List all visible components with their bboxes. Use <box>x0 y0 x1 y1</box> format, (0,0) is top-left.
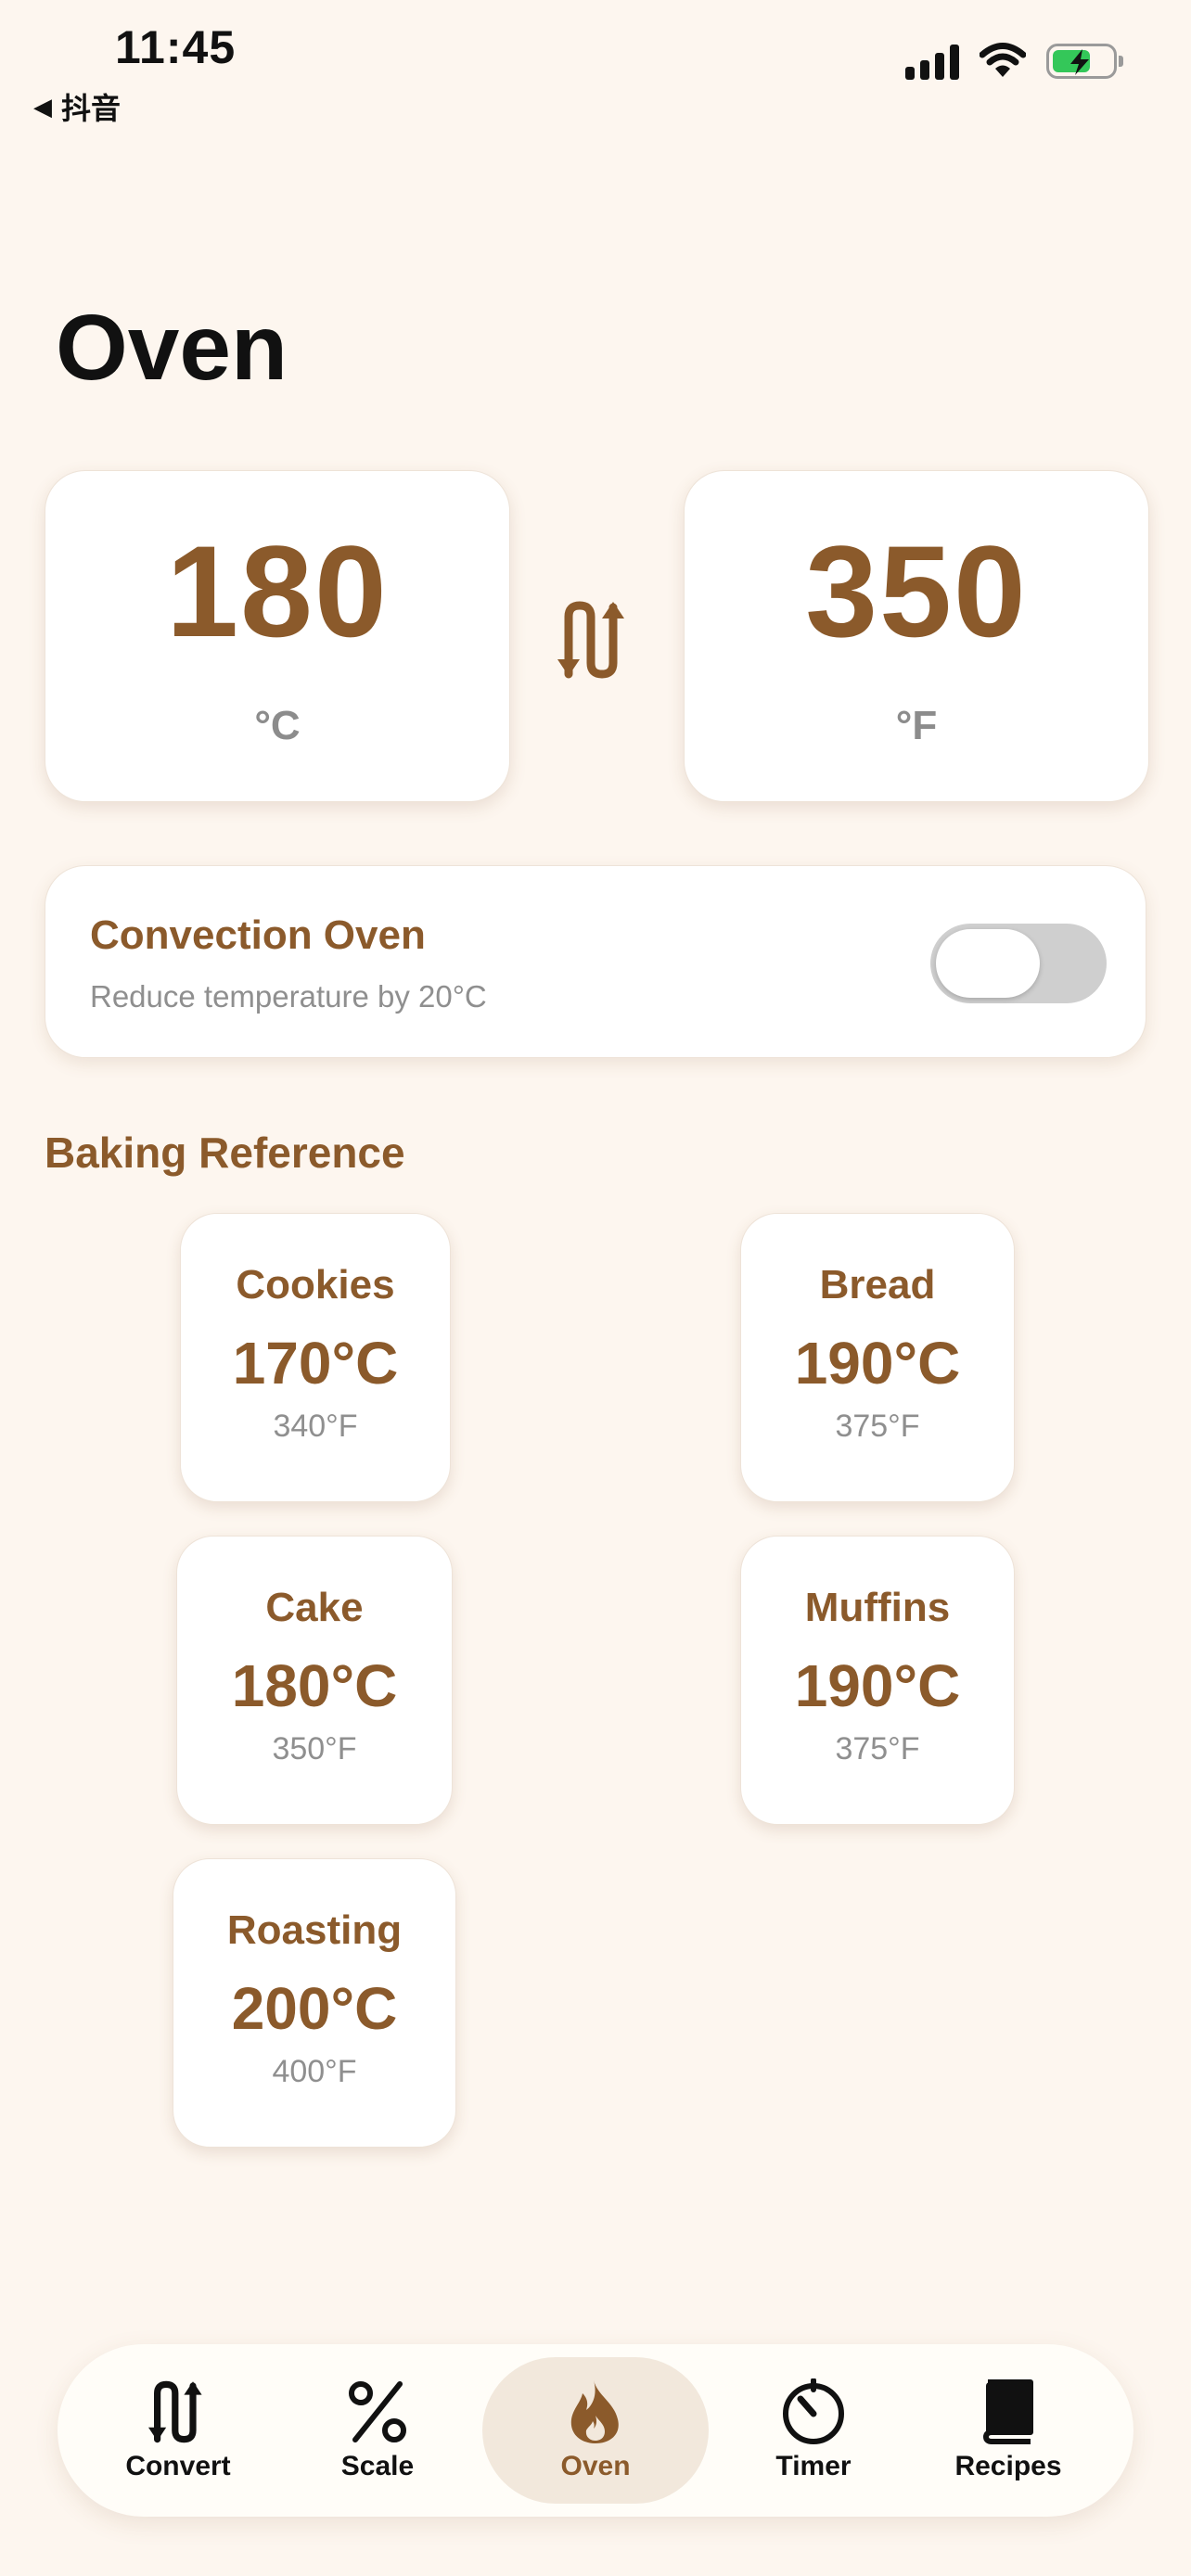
celsius-unit: °C <box>254 703 301 748</box>
reference-card-roasting[interactable]: Roasting 200°C 400°F <box>173 1858 456 2148</box>
back-triangle-icon: ◀ <box>33 92 52 121</box>
baking-reference-title: Baking Reference <box>45 1129 405 1177</box>
reference-name: Muffins <box>804 1585 951 1630</box>
back-app-label: 抖音 <box>61 92 122 125</box>
fahrenheit-value[interactable]: 350 <box>805 527 1028 657</box>
reference-name: Cookies <box>236 1262 395 1307</box>
tab-label: Oven <box>560 2451 631 2481</box>
tab-recipes[interactable]: Recipes <box>929 2344 1087 2517</box>
tab-label: Scale <box>340 2451 415 2481</box>
reference-celsius: 180°C <box>231 1652 398 1719</box>
convection-toggle[interactable] <box>930 924 1107 1003</box>
tab-convert[interactable]: Convert <box>95 2344 262 2517</box>
convert-arrows-icon <box>148 2380 202 2443</box>
tab-scale[interactable]: Scale <box>308 2344 447 2517</box>
reference-card-cake[interactable]: Cake 180°C 350°F <box>176 1536 453 1825</box>
fahrenheit-card[interactable]: 350 °F <box>684 470 1149 802</box>
reference-name: Cake <box>265 1585 364 1630</box>
convection-subtitle: Reduce temperature by 20°C <box>90 979 487 1014</box>
wifi-icon <box>980 43 1026 77</box>
status-time: 11:45 <box>115 21 237 73</box>
reference-fahrenheit: 375°F <box>835 1731 920 1766</box>
cellular-signal-icon <box>905 43 959 80</box>
reference-name: Roasting <box>226 1907 403 1953</box>
reference-celsius: 190°C <box>794 1330 961 1396</box>
tab-label: Convert <box>125 2451 231 2481</box>
tab-label: Recipes <box>954 2451 1062 2481</box>
reference-fahrenheit: 340°F <box>273 1409 358 1444</box>
tab-bar: Convert Scale Oven Timer Recipes <box>58 2344 1133 2517</box>
reference-celsius: 170°C <box>232 1330 399 1396</box>
reference-card-muffins[interactable]: Muffins 190°C 375°F <box>740 1536 1015 1825</box>
reference-celsius: 200°C <box>231 1975 398 2042</box>
reference-fahrenheit: 350°F <box>272 1731 357 1766</box>
percent-icon <box>349 2381 406 2442</box>
fahrenheit-unit: °F <box>895 703 938 748</box>
flame-icon <box>570 2380 619 2443</box>
battery-icon <box>1046 44 1123 79</box>
page-title: Oven <box>56 296 288 400</box>
tab-oven[interactable]: Oven <box>482 2357 709 2504</box>
celsius-value[interactable]: 180 <box>166 527 389 657</box>
reference-fahrenheit: 375°F <box>835 1409 920 1444</box>
reference-card-cookies[interactable]: Cookies 170°C 340°F <box>180 1213 451 1502</box>
tab-label: Timer <box>775 2451 852 2481</box>
toggle-knob <box>936 929 1040 998</box>
reference-card-bread[interactable]: Bread 190°C 375°F <box>740 1213 1015 1502</box>
swap-arrows-icon <box>557 601 624 679</box>
swap-units-button[interactable] <box>553 593 636 686</box>
reference-name: Bread <box>819 1262 936 1307</box>
status-icons <box>905 43 1123 80</box>
reference-celsius: 190°C <box>794 1652 961 1719</box>
back-to-app-link[interactable]: ◀ 抖音 <box>33 85 121 128</box>
timer-icon <box>783 2378 844 2444</box>
celsius-card[interactable]: 180 °C <box>45 470 510 802</box>
book-icon <box>983 2379 1033 2444</box>
convection-oven-card: Convection Oven Reduce temperature by 20… <box>45 865 1146 1058</box>
tab-timer[interactable]: Timer <box>744 2344 883 2517</box>
reference-fahrenheit: 400°F <box>272 2054 357 2089</box>
convection-title: Convection Oven <box>90 912 426 958</box>
